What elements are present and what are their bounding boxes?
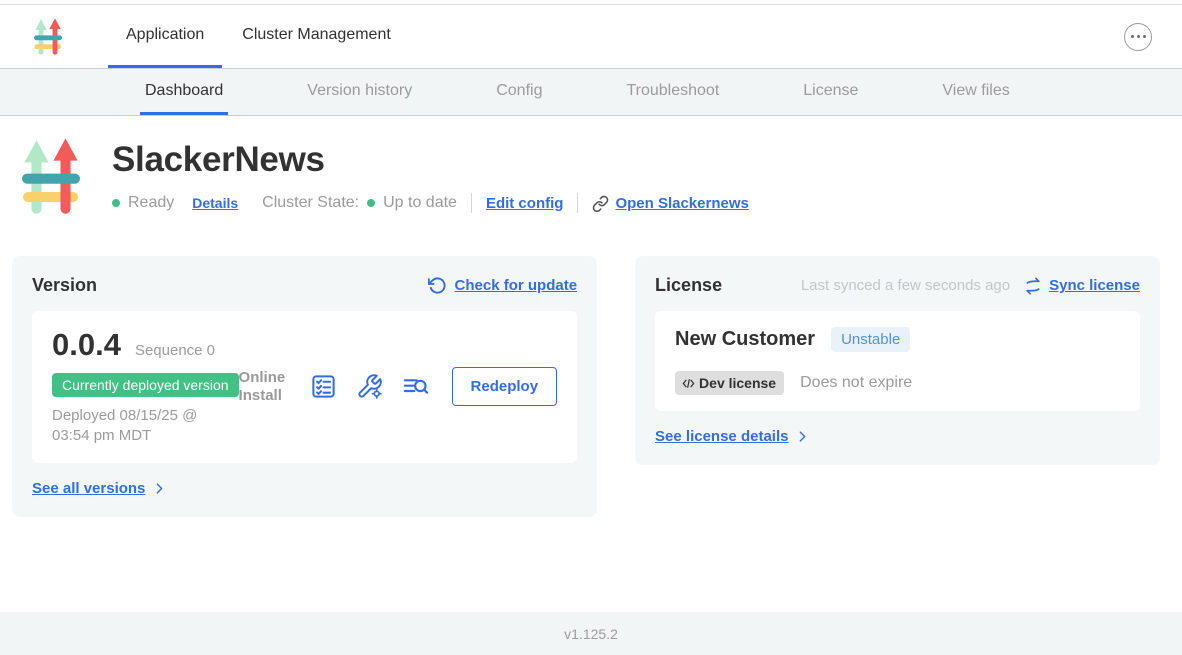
- cluster-state-label: Cluster State:: [262, 194, 359, 212]
- license-card: License Last synced a few seconds ago Sy…: [635, 256, 1160, 465]
- see-all-versions-label: See all versions: [32, 480, 145, 497]
- top-nav: Application Cluster Management: [0, 5, 1182, 68]
- version-card: Version Check for update 0.0.4 Sequence …: [12, 256, 597, 517]
- app-logo-small[interactable]: [34, 18, 62, 56]
- subtab-troubleshoot[interactable]: Troubleshoot: [621, 69, 724, 115]
- see-license-details-link[interactable]: See license details: [655, 428, 1140, 445]
- see-all-versions-link[interactable]: See all versions: [32, 480, 577, 497]
- version-number: 0.0.4: [52, 327, 121, 363]
- page-title: SlackerNews: [112, 140, 749, 180]
- deployed-timestamp: Deployed 08/15/25 @ 03:54 pm MDT: [52, 406, 239, 447]
- app-sub-nav: Dashboard Version history Config Trouble…: [0, 68, 1182, 116]
- subtab-troubleshoot-label: Troubleshoot: [626, 82, 719, 100]
- open-app-link[interactable]: Open Slackernews: [592, 195, 748, 212]
- chevron-right-icon: [796, 430, 809, 443]
- license-card-title: License: [655, 275, 722, 296]
- top-tab-bar: Application Cluster Management: [108, 5, 411, 68]
- subtab-view-files-label: View files: [942, 82, 1009, 100]
- subtab-config-label: Config: [496, 82, 542, 100]
- hashtag-arrows-icon: [34, 18, 62, 56]
- sync-icon: [1024, 277, 1042, 295]
- app-hero: SlackerNews Ready Details Cluster State:…: [0, 116, 1182, 216]
- app-status-text: Ready: [128, 194, 174, 212]
- cluster-state-text: Up to date: [383, 194, 457, 212]
- console-version: v1.125.2: [564, 626, 618, 642]
- subtab-version-history[interactable]: Version history: [302, 69, 417, 115]
- chain-link-icon: [592, 195, 609, 212]
- tab-application[interactable]: Application: [108, 5, 222, 68]
- license-expiry: Does not expire: [800, 374, 912, 392]
- preflight-checks-icon[interactable]: [310, 373, 337, 400]
- subtab-config[interactable]: Config: [491, 69, 547, 115]
- open-app-link-label: Open Slackernews: [615, 195, 748, 212]
- redeploy-button[interactable]: Redeploy: [452, 367, 558, 406]
- divider: [577, 193, 578, 213]
- config-wrench-icon[interactable]: [356, 373, 383, 400]
- app-logo-large: [22, 138, 80, 216]
- current-version-panel: 0.0.4 Sequence 0 Currently deployed vers…: [32, 311, 577, 463]
- view-logs-icon[interactable]: [402, 373, 429, 400]
- channel-badge: Unstable: [831, 327, 910, 352]
- subtab-view-files[interactable]: View files: [937, 69, 1014, 115]
- check-for-update-link[interactable]: Check for update: [428, 276, 578, 295]
- license-type-label: Dev license: [699, 375, 776, 391]
- check-for-update-label: Check for update: [455, 277, 578, 294]
- divider: [471, 193, 472, 213]
- last-synced-text: Last synced a few seconds ago: [801, 277, 1010, 294]
- cluster-status-dot: [367, 199, 375, 207]
- chevron-right-icon: [153, 482, 166, 495]
- status-details-link[interactable]: Details: [192, 195, 238, 211]
- more-menu-button[interactable]: [1124, 23, 1152, 51]
- tab-cluster-management[interactable]: Cluster Management: [224, 5, 409, 68]
- console-footer: v1.125.2: [0, 612, 1182, 655]
- customer-name: New Customer: [675, 328, 815, 351]
- sync-license-label: Sync license: [1049, 277, 1140, 294]
- app-status-dot: [112, 199, 120, 207]
- ellipsis-icon: [1131, 35, 1134, 38]
- code-icon: [681, 376, 696, 391]
- license-panel: New Customer Unstable Dev license Does n…: [655, 311, 1140, 411]
- subtab-license-label: License: [803, 82, 858, 100]
- subtab-version-history-label: Version history: [307, 82, 412, 100]
- deployed-badge: Currently deployed version: [52, 373, 239, 397]
- license-type-badge: Dev license: [675, 371, 784, 395]
- app-status-row: Ready Details Cluster State: Up to date …: [112, 193, 749, 213]
- edit-config-link[interactable]: Edit config: [486, 195, 564, 212]
- refresh-icon: [428, 276, 447, 295]
- subtab-dashboard-label: Dashboard: [145, 82, 223, 100]
- subtab-dashboard[interactable]: Dashboard: [140, 69, 228, 115]
- see-license-details-label: See license details: [655, 428, 788, 445]
- subtab-license[interactable]: License: [798, 69, 863, 115]
- dashboard-content: SlackerNews Ready Details Cluster State:…: [0, 116, 1182, 612]
- tab-application-label: Application: [126, 26, 204, 44]
- hashtag-arrows-icon: [22, 138, 80, 216]
- sync-license-link[interactable]: Sync license: [1024, 277, 1140, 295]
- install-type-label: Online Install: [239, 369, 291, 405]
- version-sequence: Sequence 0: [135, 342, 215, 359]
- tab-cluster-management-label: Cluster Management: [242, 26, 391, 44]
- version-card-title: Version: [32, 275, 97, 296]
